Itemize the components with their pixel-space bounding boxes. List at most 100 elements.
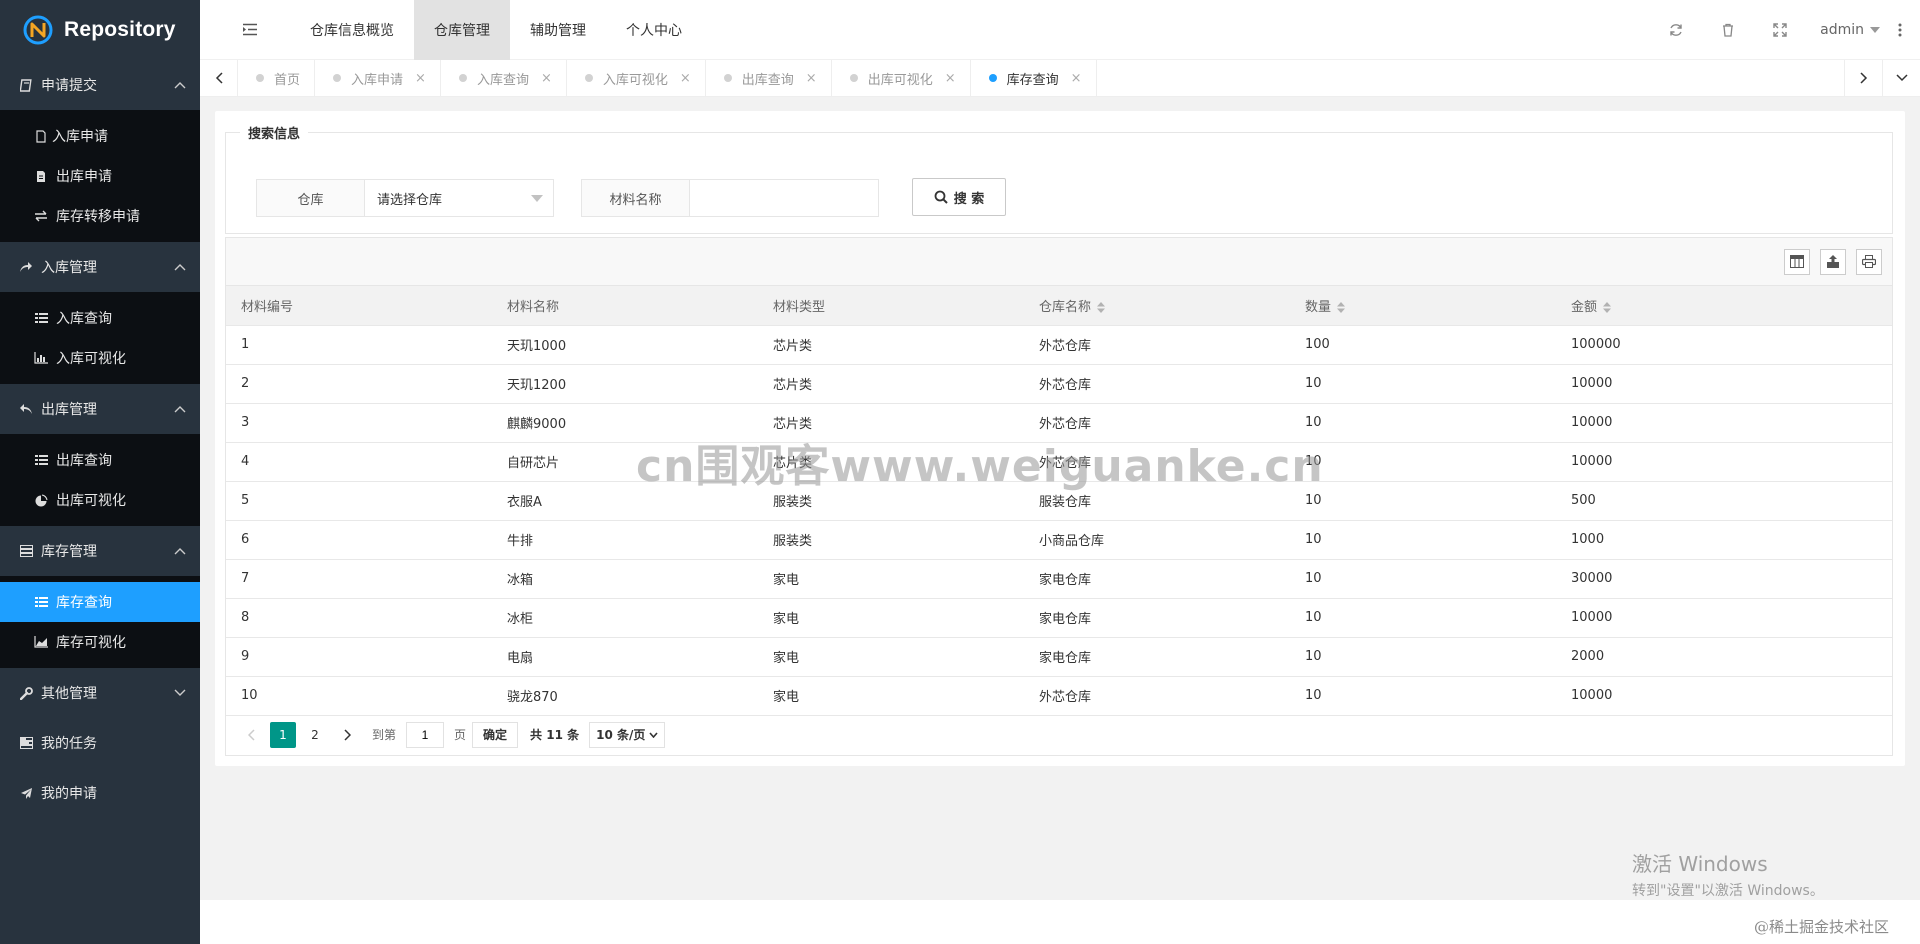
nav-auxiliary[interactable]: 辅助管理 [510, 0, 606, 60]
table-cell: 10000 [1556, 442, 1892, 482]
sidebar-group-other[interactable]: 其他管理 [0, 668, 200, 718]
menu-toggle-button[interactable] [220, 0, 280, 60]
sort-icon[interactable] [1337, 301, 1346, 313]
page-size-select[interactable]: 10 条/页 [589, 721, 666, 748]
tab-inventory-query[interactable]: 库存查询 × [971, 59, 1097, 97]
sidebar-item-outbound-query[interactable]: 出库查询 [0, 440, 200, 480]
skip-prefix: 到第 [372, 728, 397, 742]
tab-inbound-apply[interactable]: 入库申请 × [315, 59, 441, 97]
close-icon[interactable]: × [541, 71, 552, 86]
reply-icon [19, 402, 33, 416]
sidebar-item-inbound-apply[interactable]: 入库申请 [0, 116, 200, 156]
page-2-button[interactable]: 2 [302, 722, 328, 748]
sidebar-group-label: 其他管理 [41, 686, 97, 702]
sidebar-item-outbound-apply[interactable]: 出库申请 [0, 156, 200, 196]
sidebar-item-my-tasks[interactable]: 我的任务 [0, 718, 200, 768]
clear-cache-button[interactable] [1702, 0, 1754, 60]
sidebar-group-apply[interactable]: 申请提交 [0, 60, 200, 110]
nav-warehouse-management[interactable]: 仓库管理 [414, 0, 510, 60]
sidebar-group-outbound[interactable]: 出库管理 [0, 384, 200, 434]
tab-label: 首页 [274, 72, 301, 88]
table-cell: 10 [1290, 559, 1556, 599]
material-name-field[interactable]: 材料名称 [581, 179, 879, 217]
chevron-left-icon [215, 72, 223, 84]
table-row[interactable]: 10 骁龙870 家电 外芯仓库 10 10000 [226, 676, 1892, 716]
table-cell: 10000 [1556, 598, 1892, 638]
table-cell: 9 [226, 637, 492, 677]
sidebar-item-inventory-query[interactable]: 库存查询 [0, 582, 200, 622]
table-row[interactable]: 1 天玑1000 芯片类 外芯仓库 100 100000 [226, 325, 1892, 365]
nav-overview[interactable]: 仓库信息概览 [290, 0, 414, 60]
sidebar-item-label: 库存可视化 [56, 635, 126, 651]
refresh-button[interactable] [1650, 0, 1702, 60]
close-icon[interactable]: × [680, 71, 691, 86]
table-row[interactable]: 8 冰柜 家电 家电仓库 10 10000 [226, 598, 1892, 638]
close-icon[interactable]: × [1071, 71, 1082, 86]
tabs-scroll-left-button[interactable] [200, 59, 238, 97]
close-icon[interactable]: × [806, 71, 817, 86]
table-row[interactable]: 6 牛排 服装类 小商品仓库 10 1000 [226, 520, 1892, 560]
table-body: 1 天玑1000 芯片类 外芯仓库 100 100000 2 天玑1200 芯片类 外芯仓库 10 1… [226, 325, 1892, 716]
warehouse-select[interactable]: 仓库 请选择仓库 [256, 179, 554, 217]
table-row[interactable]: 5 衣服A 服装类 服装仓库 10 500 [226, 481, 1892, 521]
col-header-warehouse-name[interactable]: 仓库名称 [1024, 286, 1290, 326]
col-header-amount[interactable]: 金额 [1556, 286, 1892, 326]
table-row[interactable]: 9 电扇 家电 家电仓库 10 2000 [226, 637, 1892, 677]
sidebar-item-inventory-visual[interactable]: 库存可视化 [0, 622, 200, 662]
table-row[interactable]: 2 天玑1200 芯片类 外芯仓库 10 10000 [226, 364, 1892, 404]
sort-icon[interactable] [1603, 301, 1612, 313]
warehouse-select-value[interactable]: 请选择仓库 [365, 180, 553, 216]
fullscreen-button[interactable] [1754, 0, 1806, 60]
tab-label: 出库查询 [741, 72, 794, 88]
sidebar-sub-inventory: 库存查询 库存可视化 [0, 576, 200, 668]
search-button[interactable]: 搜 索 [912, 178, 1006, 216]
page-1-button[interactable]: 1 [270, 721, 296, 748]
table-cell: 自研芯片 [492, 442, 758, 482]
material-name-input[interactable] [690, 180, 878, 216]
area-chart-icon [34, 635, 48, 649]
pagination: 1 2 到第 页 确定 共 11 条 10 条/页 [226, 716, 1892, 754]
paper-plane-icon [19, 786, 33, 800]
export-button[interactable] [1820, 248, 1846, 275]
sidebar-item-my-applications[interactable]: 我的申请 [0, 768, 200, 818]
more-button[interactable] [1880, 0, 1920, 60]
list-icon [34, 453, 48, 467]
tab-outbound-visual[interactable]: 出库可视化 × [832, 59, 971, 97]
col-header-material-name: 材料名称 [492, 286, 758, 326]
col-header-label: 材料类型 [773, 299, 826, 315]
tabs-menu-button[interactable] [1882, 59, 1920, 97]
skip-confirm-button[interactable]: 确定 [472, 721, 519, 748]
sidebar-item-transfer-apply[interactable]: 库存转移申请 [0, 196, 200, 236]
table-row[interactable]: 4 自研芯片 芯片类 外芯仓库 10 10000 [226, 442, 1892, 482]
logo[interactable]: Repository [0, 0, 200, 60]
sidebar-group-inbound[interactable]: 入库管理 [0, 242, 200, 292]
page-skip: 到第 页 确定 [372, 721, 519, 748]
close-icon[interactable]: × [945, 71, 956, 86]
sidebar-item-inbound-visual[interactable]: 入库可视化 [0, 338, 200, 378]
tabs-scroll-right-button[interactable] [1844, 59, 1882, 97]
tab-home[interactable]: 首页 [238, 59, 316, 97]
search-button-label: 搜 索 [953, 191, 985, 207]
nav-personal-center[interactable]: 个人中心 [606, 0, 702, 60]
print-button[interactable] [1856, 248, 1882, 275]
skip-page-input[interactable] [406, 721, 445, 748]
table-cell: 家电 [758, 598, 1024, 638]
tab-outbound-query[interactable]: 出库查询 × [706, 59, 832, 97]
tab-inbound-query[interactable]: 入库查询 × [441, 59, 567, 97]
close-icon[interactable]: × [415, 71, 426, 86]
sidebar-item-outbound-visual[interactable]: 出库可视化 [0, 480, 200, 520]
sidebar-item-inbound-query[interactable]: 入库查询 [0, 298, 200, 338]
next-page-button[interactable] [334, 722, 360, 748]
table-cell: 10 [1290, 442, 1556, 482]
table-row[interactable]: 7 冰箱 家电 家电仓库 10 30000 [226, 559, 1892, 599]
wrench-icon [19, 686, 33, 700]
tab-inbound-visual[interactable]: 入库可视化 × [567, 59, 706, 97]
sidebar-group-inventory[interactable]: 库存管理 [0, 526, 200, 576]
table-row[interactable]: 3 麒麟9000 芯片类 外芯仓库 10 10000 [226, 403, 1892, 443]
sort-icon[interactable] [1097, 301, 1106, 313]
column-filter-button[interactable] [1784, 248, 1810, 275]
user-menu[interactable]: admin [1820, 22, 1880, 38]
list-icon [34, 311, 48, 325]
prev-page-button[interactable] [238, 722, 264, 748]
col-header-quantity[interactable]: 数量 [1290, 286, 1556, 326]
